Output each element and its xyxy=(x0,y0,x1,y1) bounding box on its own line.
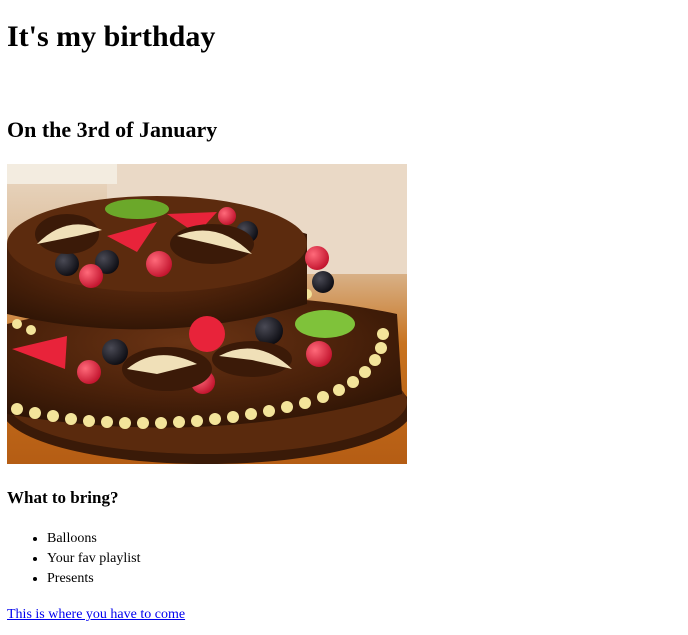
cake-image xyxy=(7,164,407,464)
list-item: Presents xyxy=(47,569,140,589)
page-subtitle: On the 3rd of January xyxy=(7,117,218,142)
location-link[interactable]: This is where you have to come xyxy=(7,605,185,625)
list-item: Balloons xyxy=(47,529,140,549)
bring-heading: What to bring? xyxy=(7,488,119,507)
bring-list: Balloons Your fav playlist Presents xyxy=(7,529,140,589)
cake-illustration xyxy=(7,164,407,464)
list-item: Your fav playlist xyxy=(47,549,140,569)
page-title: It's my birthday xyxy=(7,20,216,53)
